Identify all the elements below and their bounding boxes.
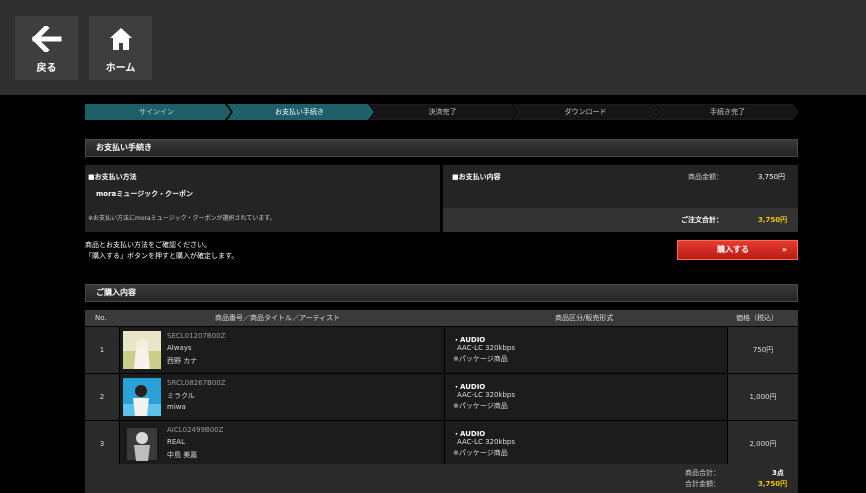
- type-codec: AAC-LC 320kbps: [457, 438, 516, 446]
- header-no: No.: [95, 314, 107, 322]
- payment-method-panel: ■お支払い方法 moraミュージック・クーポン ※お支払い方法にmoraミュージ…: [85, 165, 440, 232]
- payment-method-heading: ■お支払い方法: [88, 173, 137, 181]
- item-cell: SECL01207B00Z Always 西野 カナ: [120, 327, 444, 373]
- step-signin: サインイン: [139, 108, 174, 116]
- item-artist: 西野 カナ: [167, 357, 198, 365]
- cart-section-title: ご購入内容: [85, 284, 798, 302]
- type-cell: ・AUDIO AAC-LC 320kbps ※パッケージ商品: [445, 421, 727, 467]
- row-no: 2: [85, 374, 119, 420]
- album-cover-3: [123, 425, 161, 463]
- type-cell: ・AUDIO AAC-LC 320kbps ※パッケージ商品: [445, 327, 727, 373]
- buy-arrow-icon: »: [781, 245, 787, 254]
- type-note: ※パッケージ商品: [453, 449, 508, 457]
- album-cover-2: [123, 378, 161, 416]
- confirm-line-2: 「購入する」ボタンを押すと購入が確定します。: [85, 252, 239, 260]
- album-cover-1: [123, 331, 161, 369]
- home-button[interactable]: ホーム: [89, 16, 152, 80]
- cart-summary: 商品合計： 3点 合計金額： 3,750円: [85, 464, 798, 493]
- buy-button-label: 購入する: [717, 245, 749, 254]
- progress-steps: サインイン お支払い手続き 決済完了 ダウンロード 手続き完了: [85, 104, 798, 120]
- type-note: ※パッケージ商品: [453, 402, 508, 410]
- sum-value: 3,750円: [758, 480, 788, 488]
- payment-content-panel: ■お支払い内容 商品金額： 3,750円 ご注文合計： 3,750円: [443, 165, 798, 232]
- row-no: 3: [85, 421, 119, 467]
- item-cell: SRCL08267B00Z ミラクル miwa: [120, 374, 444, 420]
- home-label: ホーム: [105, 63, 136, 74]
- row-no: 1: [85, 327, 119, 373]
- payment-method-value: moraミュージック・クーポン: [96, 190, 193, 198]
- item-code: AICL02499B00Z: [167, 426, 224, 434]
- step-complete: 手続き完了: [710, 108, 745, 116]
- payment-content-heading: ■お支払い内容: [452, 173, 501, 181]
- item-title: Always: [167, 344, 192, 352]
- item-code: SRCL08267B00Z: [167, 379, 226, 387]
- total-label: ご注文合計：: [681, 216, 723, 224]
- item-title: REAL: [167, 438, 185, 446]
- table-row: 2 SRCL08267B00Z ミラクル miwa ・AUDIO AAC-LC …: [85, 374, 798, 420]
- table-row: 3 AICL02499B00Z REAL 中島 美嘉 ・AUDIO AAC-LC…: [85, 421, 798, 467]
- item-title: ミラクル: [167, 392, 195, 400]
- total-value: 3,750円: [758, 216, 788, 224]
- row-price: 2,000円: [728, 421, 798, 467]
- header-item: 商品番号／商品タイトル／アーティスト: [215, 314, 341, 322]
- table-row: 1 SECL01207B00Z Always 西野 カナ ・AUDIO AAC-…: [85, 327, 798, 373]
- subtotal-value: 3,750円: [758, 173, 786, 181]
- sum-label: 合計金額：: [685, 480, 720, 488]
- payment-section-title: お支払い手続き: [85, 139, 798, 157]
- row-price: 750円: [728, 327, 798, 373]
- step-settlement: 決済完了: [428, 108, 457, 116]
- back-arrow-icon: [31, 26, 61, 52]
- payment-method-note: ※お支払い方法にmoraミュージック・クーポンが選択されています。: [88, 215, 276, 222]
- type-note: ※パッケージ商品: [453, 355, 508, 363]
- type-codec: AAC-LC 320kbps: [457, 391, 516, 399]
- table-header: No. 商品番号／商品タイトル／アーティスト 商品区分/販売形式 価格（税込）: [85, 310, 798, 326]
- step-payment: お支払い手続き: [275, 108, 324, 116]
- item-artist: miwa: [167, 403, 186, 411]
- type-cell: ・AUDIO AAC-LC 320kbps ※パッケージ商品: [445, 374, 727, 420]
- type-codec: AAC-LC 320kbps: [457, 344, 516, 352]
- step-download: ダウンロード: [564, 108, 607, 116]
- subtotal-label: 商品金額：: [688, 173, 723, 181]
- top-bar: 戻る ホーム: [0, 0, 866, 95]
- header-type: 商品区分/販売形式: [555, 314, 614, 322]
- back-label: 戻る: [36, 63, 57, 74]
- item-artist: 中島 美嘉: [167, 451, 198, 459]
- buy-button[interactable]: 購入する »: [677, 240, 798, 260]
- item-code: SECL01207B00Z: [167, 332, 226, 340]
- count-label: 商品合計：: [685, 469, 720, 477]
- confirm-line-1: 商品とお支払い方法をご確認ください。: [85, 241, 211, 249]
- header-price: 価格（税込）: [736, 314, 778, 322]
- back-button[interactable]: 戻る: [15, 16, 78, 80]
- total-row: ご注文合計： 3,750円: [443, 208, 798, 232]
- count-value: 3点: [772, 469, 784, 477]
- row-price: 1,000円: [728, 374, 798, 420]
- home-icon: [109, 28, 132, 50]
- item-cell: AICL02499B00Z REAL 中島 美嘉: [120, 421, 444, 467]
